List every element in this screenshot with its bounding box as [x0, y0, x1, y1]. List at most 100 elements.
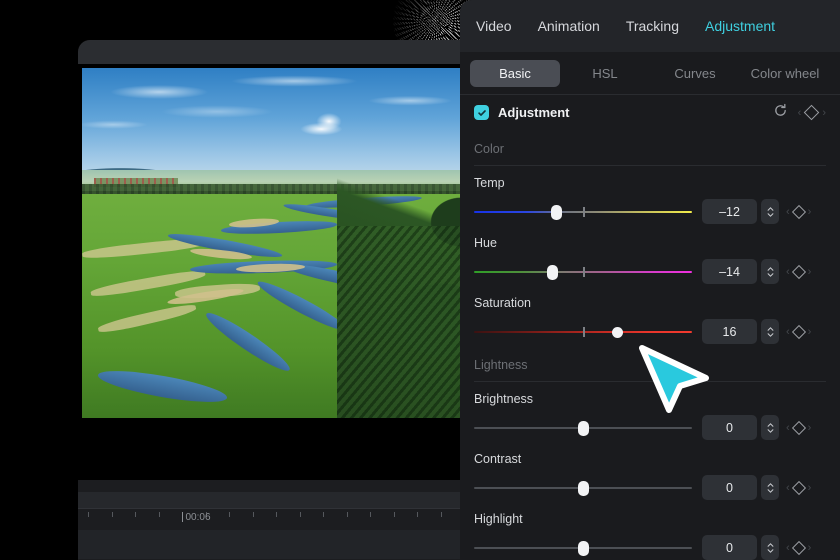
chevron-up-icon[interactable]	[767, 482, 774, 487]
ruler-label: 00:06	[181, 512, 211, 523]
slider-label: Saturation	[474, 296, 531, 310]
inspector-panel: Video Animation Tracking Adjustment Basic HS…	[460, 0, 840, 560]
next-keyframe-icon[interactable]: ›	[808, 542, 812, 554]
tab-tracking[interactable]: Tracking	[626, 18, 679, 34]
chevron-down-icon[interactable]	[767, 272, 774, 277]
slider-saturation[interactable]	[474, 324, 692, 340]
chevron-up-icon[interactable]	[767, 266, 774, 271]
row-keyframe-nav[interactable]: ‹ ›	[786, 420, 812, 435]
value-field-hue[interactable]: –14	[702, 259, 757, 284]
ruler-tick	[135, 512, 136, 517]
subtab-hsl[interactable]: HSL	[560, 60, 650, 87]
row-keyframe-nav[interactable]: ‹ ›	[786, 540, 812, 555]
value-field-temp[interactable]: –12	[702, 199, 757, 224]
video-preview[interactable]	[82, 68, 468, 418]
color-slider-group: Temp –12 ‹ › Hue –14 ‹ › Saturation 16 ‹ ›	[460, 166, 840, 346]
slider-handle[interactable]	[577, 420, 589, 436]
arrow-cursor	[636, 344, 714, 416]
value-field-brightness[interactable]: 0	[702, 415, 757, 440]
row-keyframe-nav[interactable]: ‹ ›	[786, 204, 812, 219]
keyframe-diamond-icon[interactable]	[791, 540, 806, 555]
next-keyframe-icon[interactable]: ›	[808, 482, 812, 494]
ruler-tick	[158, 512, 160, 517]
chevron-up-icon[interactable]	[767, 422, 774, 427]
ruler-tick	[299, 512, 301, 517]
chevron-down-icon[interactable]	[767, 428, 774, 433]
slider-highlight[interactable]	[474, 540, 692, 556]
stepper-hue[interactable]	[761, 259, 779, 284]
slider-hue[interactable]	[474, 264, 692, 280]
tab-adjustment[interactable]: Adjustment	[705, 18, 775, 34]
slider-label: Contrast	[474, 452, 522, 466]
preview-scene	[82, 68, 468, 418]
tab-bar: Video Animation Tracking Adjustment	[460, 0, 840, 52]
slider-row-saturation: Saturation 16 ‹ ›	[460, 286, 840, 346]
slider-temp[interactable]	[474, 204, 692, 220]
slider-handle[interactable]	[551, 204, 563, 220]
prev-keyframe-icon[interactable]: ‹	[786, 266, 790, 278]
stepper-highlight[interactable]	[761, 535, 779, 560]
keyframe-diamond-icon[interactable]	[791, 264, 806, 279]
slider-label: Highlight	[474, 512, 523, 526]
value-field-highlight[interactable]: 0	[702, 535, 757, 560]
next-keyframe-icon[interactable]: ›	[822, 107, 826, 119]
subtab-curves[interactable]: Curves	[650, 60, 740, 87]
ruler-tick	[440, 512, 442, 517]
row-keyframe-nav[interactable]: ‹ ›	[786, 264, 812, 279]
keyframe-diamond-icon[interactable]	[791, 204, 806, 219]
next-keyframe-icon[interactable]: ›	[808, 266, 812, 278]
slider-handle[interactable]	[577, 540, 589, 556]
slider-handle[interactable]	[612, 326, 624, 338]
tab-video[interactable]: Video	[476, 18, 512, 34]
prev-keyframe-icon[interactable]: ‹	[786, 542, 790, 554]
stepper-temp[interactable]	[761, 199, 779, 224]
slider-label: Temp	[474, 176, 505, 190]
ruler-tick	[88, 512, 89, 517]
ruler-tick	[417, 512, 418, 517]
chevron-up-icon[interactable]	[767, 542, 774, 547]
adjustment-header: Adjustment ‹ ›	[460, 94, 840, 130]
stepper-brightness[interactable]	[761, 415, 779, 440]
keyframe-nav[interactable]: ‹ ›	[798, 104, 826, 121]
slider-label: Hue	[474, 236, 497, 250]
keyframe-diamond-icon[interactable]	[804, 104, 820, 121]
prev-keyframe-icon[interactable]: ‹	[786, 422, 790, 434]
value-field-contrast[interactable]: 0	[702, 475, 757, 500]
slider-row-contrast: Contrast 0 ‹ ›	[460, 442, 840, 502]
slider-row-hue: Hue –14 ‹ ›	[460, 226, 840, 286]
next-keyframe-icon[interactable]: ›	[808, 206, 812, 218]
keyframe-diamond-icon[interactable]	[791, 480, 806, 495]
next-keyframe-icon[interactable]: ›	[808, 422, 812, 434]
stepper-contrast[interactable]	[761, 475, 779, 500]
subtab-basic[interactable]: Basic	[470, 59, 560, 87]
prev-keyframe-icon[interactable]: ‹	[798, 107, 802, 119]
slider-brightness[interactable]	[474, 420, 692, 436]
subtab-color-wheel[interactable]: Color wheel	[740, 60, 830, 87]
ruler-tick	[370, 512, 371, 517]
value-field-saturation[interactable]: 16	[702, 319, 757, 344]
slider-handle[interactable]	[577, 480, 589, 496]
prev-keyframe-icon[interactable]: ‹	[786, 206, 790, 218]
chevron-down-icon[interactable]	[767, 488, 774, 493]
row-keyframe-nav[interactable]: ‹ ›	[786, 480, 812, 495]
ruler-tick	[229, 512, 230, 517]
reset-icon[interactable]	[773, 103, 788, 123]
stepper-saturation[interactable]	[761, 319, 779, 344]
prev-keyframe-icon[interactable]: ‹	[786, 482, 790, 494]
chevron-down-icon[interactable]	[767, 548, 774, 553]
keyframe-diamond-icon[interactable]	[791, 324, 806, 339]
ruler-tick	[276, 512, 277, 517]
chevron-up-icon[interactable]	[767, 326, 774, 331]
slider-contrast[interactable]	[474, 480, 692, 496]
chevron-down-icon[interactable]	[767, 212, 774, 217]
adjustment-checkbox[interactable]	[474, 105, 489, 120]
prev-keyframe-icon[interactable]: ‹	[786, 326, 790, 338]
chevron-down-icon[interactable]	[767, 332, 774, 337]
app-root: 2 / 00:00:15:00 00:0600:09 VideoAnimatio…	[0, 0, 840, 560]
chevron-up-icon[interactable]	[767, 206, 774, 211]
slider-handle[interactable]	[546, 264, 558, 280]
row-keyframe-nav[interactable]: ‹ ›	[786, 324, 812, 339]
keyframe-diamond-icon[interactable]	[791, 420, 806, 435]
next-keyframe-icon[interactable]: ›	[808, 326, 812, 338]
tab-animation[interactable]: Animation	[538, 18, 600, 34]
